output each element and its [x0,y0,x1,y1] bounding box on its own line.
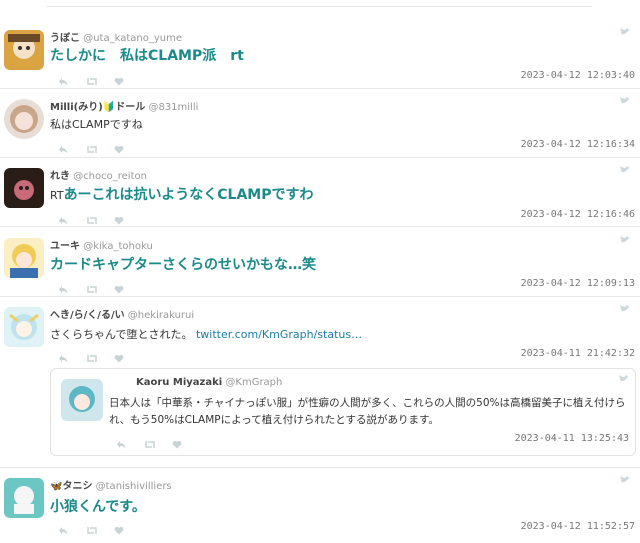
tweet-item: うぼこ @uta_katano_yume たしかに 私はCLAMP派 rt 20… [0,28,640,89]
tweet-item: Milli(みり)🔰ドール @831milli 私はCLAMPですね 2023-… [0,97,640,158]
retweet-icon[interactable] [144,434,155,448]
author-handle[interactable]: @hekirakurui [128,310,194,321]
author-name[interactable]: へき/ら/く/る/い [50,310,125,321]
tweet-item: れき @choco_reiton RTあーこれは抗いようなくCLAMPですわ 2… [0,166,640,227]
timestamp[interactable]: 2023-04-11 21:42:32 [521,348,635,359]
author-name[interactable]: Milli(みり)🔰ドール [50,102,145,113]
timestamp[interactable]: 2023-04-12 12:03:40 [521,70,635,81]
reply-icon[interactable] [58,71,68,85]
quote-text: 日本人は「中華系・チャイナっぽい服」が性癖の人間が多く、これらの人間の50%は高… [109,397,626,426]
bird-icon [620,166,630,173]
author-name[interactable]: ユーキ [50,241,80,252]
tweet-text-body: あーこれは抗いようなくCLAMPですわ [63,187,314,203]
tweet-header: Kaoru Miyazaki @KmGraph [136,377,282,388]
tweet-text: 私はCLAMPですね [50,118,143,131]
author-name[interactable]: 🦋タニシ [50,481,92,492]
tweet-header: ユーキ @kika_tohoku [50,237,153,252]
heart-icon[interactable] [114,210,124,224]
tweet-header: へき/ら/く/る/い @hekirakurui [50,306,194,321]
bird-icon [619,375,629,382]
timestamp[interactable]: 2023-04-11 13:25:43 [515,433,629,444]
heart-icon[interactable] [172,434,182,448]
reply-icon[interactable] [58,139,68,153]
retweet-icon[interactable] [86,210,97,224]
retweet-icon[interactable] [86,348,97,362]
top-divider [46,6,592,7]
retweet-icon[interactable] [86,520,97,534]
reply-icon[interactable] [58,279,68,293]
tweet-header: うぼこ @uta_katano_yume [50,29,182,44]
tweet-actions [58,519,124,534]
heart-icon[interactable] [114,348,124,362]
tweet-text: 小狼くんです。 [50,499,146,515]
tweet-header: れき @choco_reiton [50,167,147,182]
author-handle[interactable]: @tanishivilliers [96,481,172,492]
tweet-actions [58,209,124,224]
avatar[interactable] [61,379,103,421]
tweet-header: Milli(みり)🔰ドール @831milli [50,98,198,113]
author-handle[interactable]: @choco_reiton [73,171,147,182]
author-name[interactable]: うぼこ [50,33,80,44]
tweet-actions [58,70,124,85]
avatar[interactable] [4,168,44,208]
avatar[interactable] [4,478,44,518]
timestamp[interactable]: 2023-04-12 12:09:13 [521,278,635,289]
tweet-actions [58,347,124,362]
tweet-link[interactable]: twitter.com/KmGraph/status… [196,328,362,341]
reply-icon[interactable] [58,348,68,362]
timestamp[interactable]: 2023-04-12 12:16:46 [521,209,635,220]
tweet-actions [58,278,124,293]
bird-icon [620,28,630,35]
heart-icon[interactable] [114,71,124,85]
bird-icon [620,305,630,312]
bird-icon [620,97,630,104]
timestamp[interactable]: 2023-04-12 12:16:34 [521,139,635,150]
avatar[interactable] [4,30,44,70]
author-handle[interactable]: @831milli [148,102,198,113]
bird-icon [620,476,630,483]
tweet-text: RTあーこれは抗いようなくCLAMPですわ [50,184,314,204]
heart-icon[interactable] [114,520,124,534]
heart-icon[interactable] [114,279,124,293]
tweet-item: 🦋タニシ @tanishivilliers 小狼くんです。 2023-04-12… [0,476,640,536]
tweet-text-body: さくらちゃんで堕とされた。 [50,328,193,341]
retweet-icon[interactable] [86,139,97,153]
tweet-text: さくらちゃんで堕とされた。 twitter.com/KmGraph/status… [50,326,362,342]
avatar[interactable] [4,307,44,347]
bird-icon [620,236,630,243]
reply-icon[interactable] [58,520,68,534]
tweet-item: ユーキ @kika_tohoku カードキャプターさくらのせいかもな…笑 202… [0,236,640,297]
tweet-text: カードキャプターさくらのせいかもな…笑 [50,257,316,273]
author-handle[interactable]: @KmGraph [225,377,282,388]
avatar[interactable] [4,238,44,278]
author-handle[interactable]: @uta_katano_yume [83,33,182,44]
author-name[interactable]: れき [50,171,70,182]
author-name[interactable]: Kaoru Miyazaki [136,377,222,388]
heart-icon[interactable] [114,139,124,153]
retweet-icon[interactable] [86,71,97,85]
reply-icon[interactable] [116,434,126,448]
quoted-tweet[interactable]: Kaoru Miyazaki @KmGraph 日本人は「中華系・チャイナっぽい… [50,368,636,456]
tweet-actions [116,433,182,448]
tweet-text: たしかに 私はCLAMP派 rt [50,48,244,64]
author-handle[interactable]: @kika_tohoku [83,241,153,252]
tweet-header: 🦋タニシ @tanishivilliers [50,477,172,492]
reply-icon[interactable] [58,210,68,224]
timestamp[interactable]: 2023-04-12 11:52:57 [521,521,635,532]
retweet-icon[interactable] [86,279,97,293]
tweet-actions [58,138,124,153]
avatar[interactable] [4,99,44,139]
rt-prefix: RT [50,189,64,202]
